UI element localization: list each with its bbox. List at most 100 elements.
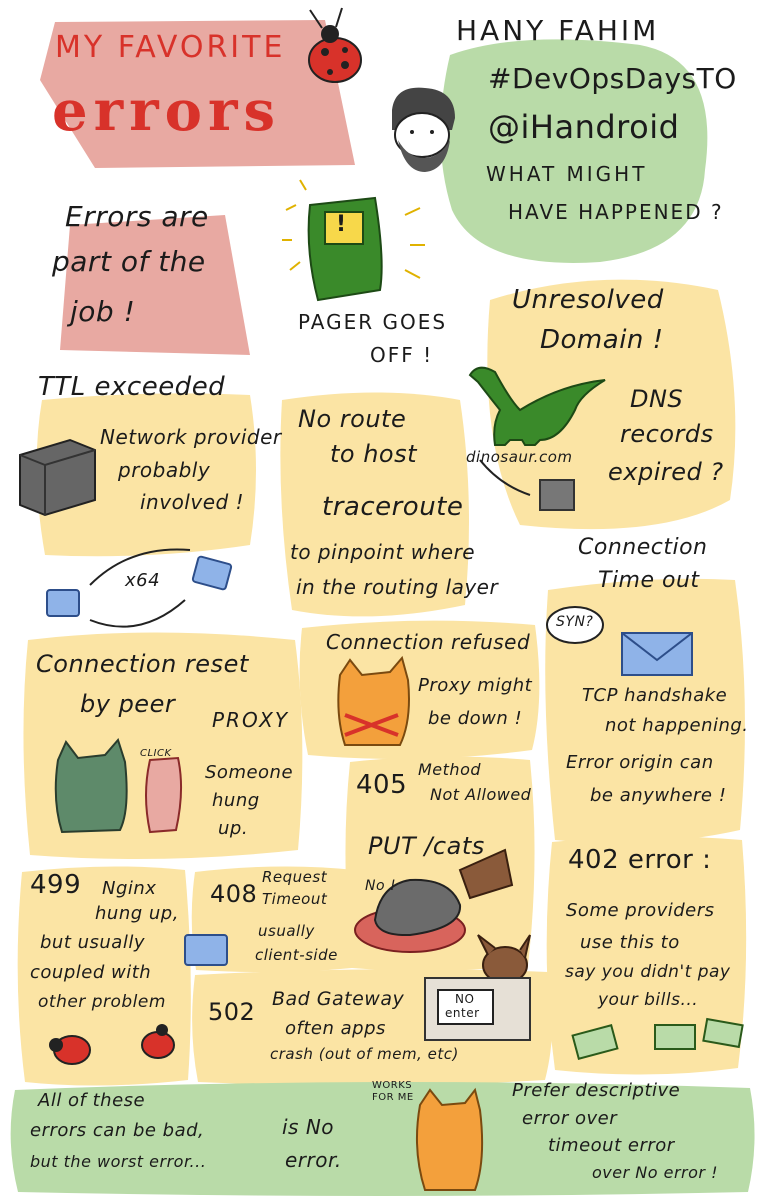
e499-desc3: but usually (40, 932, 145, 953)
ttl-line3: involved ! (140, 490, 245, 514)
e405-label2: Not Allowed (430, 785, 532, 804)
e402-desc2: use this to (580, 932, 680, 953)
e499-desc4: coupled with (30, 962, 152, 983)
speaker-handle: @iHandroid (488, 108, 680, 146)
e408-code: 408 (210, 880, 258, 908)
dinosaur-icon (468, 366, 606, 446)
timeout-title1: Connection (578, 535, 708, 560)
e405-code: 405 (356, 770, 408, 800)
footer-right1: Prefer descriptive (512, 1080, 681, 1101)
ttl-line1: Network provider (100, 425, 282, 449)
no-route-tool: traceroute (322, 492, 464, 522)
refused-desc1: Proxy might (418, 675, 533, 696)
e405-request: PUT /cats (368, 832, 485, 860)
e502-code: 502 (208, 998, 256, 1026)
pager-badge: ! (336, 212, 347, 237)
e499-desc2: hung up, (95, 903, 179, 924)
e502-desc1: often apps (285, 1018, 386, 1039)
phone-icon (145, 756, 183, 834)
bug-icon-1 (49, 1035, 91, 1065)
e402-desc1: Some providers (566, 900, 715, 921)
refused-title: Connection refused (326, 630, 531, 654)
e405-label1: Method (418, 760, 482, 779)
server-icon (19, 438, 96, 517)
ladybug-icon (308, 7, 362, 83)
ttl-hops: x64 (125, 570, 161, 591)
refused-desc2: be down ! (428, 708, 523, 729)
dns-domain: dinosaur.com (466, 448, 573, 466)
packet-icon-1 (46, 589, 80, 617)
ttl-line2: probably (118, 458, 211, 482)
footer-works: WORKS FOR ME (372, 1080, 414, 1103)
timeout-desc2: not happening. (605, 715, 749, 736)
e499-desc5: other problem (38, 992, 166, 1012)
e408-label1: Request (262, 868, 328, 886)
timeout-box-icon (184, 934, 228, 966)
footer-mid2: error. (285, 1148, 342, 1172)
no-route-desc2: in the routing layer (296, 575, 499, 599)
reset-proxy: PROXY (212, 708, 290, 732)
bug-icon-2 (141, 1024, 175, 1059)
gate-sign-2: enter (445, 1006, 480, 1020)
dns-title2: Domain ! (540, 325, 664, 355)
e402-code: 402 error : (568, 845, 712, 875)
gate-sign-1: NO (455, 992, 475, 1006)
timeout-title2: Time out (598, 568, 700, 593)
timeout-syn: SYN? (556, 614, 594, 630)
e408-label2: Timeout (262, 890, 328, 908)
footer-right2: error over (522, 1108, 618, 1129)
no-route-title2: to host (330, 440, 418, 468)
pager-line2: OFF ! (370, 343, 434, 367)
reset-title1: Connection reset (36, 650, 249, 678)
e408-desc1: usually (258, 922, 315, 940)
intro-line1: Errors are (65, 200, 209, 233)
no-route-desc1: to pinpoint where (290, 540, 476, 564)
speaker-avatar (392, 87, 455, 172)
timeout-desc4: be anywhere ! (590, 785, 727, 806)
dog-icon (477, 934, 531, 984)
e405-no: No ! (365, 878, 397, 894)
dns-desc3: expired ? (608, 458, 724, 486)
pager-icon (282, 179, 425, 302)
footer-left1: All of these (38, 1090, 146, 1111)
title-line2: errors (52, 78, 282, 144)
footer-right3: timeout error (548, 1135, 675, 1156)
speaker-question-1: WHAT MIGHT (486, 162, 648, 186)
footer-left2: errors can be bad, (30, 1120, 205, 1141)
footer-right4: over No error ! (592, 1163, 718, 1182)
envelope-icon (621, 632, 693, 676)
speaker-event: #DevOpsDaysTO (488, 62, 737, 95)
cat-orange-icon (337, 655, 410, 746)
e502-desc2: crash (out of mem, etc) (270, 1045, 459, 1063)
reset-desc1: Someone (205, 762, 294, 783)
reset-desc2: hung (212, 790, 260, 811)
e499-desc1: Nginx (102, 878, 157, 899)
e402-desc4: your bills... (598, 990, 699, 1010)
no-route-title1: No route (298, 405, 407, 433)
cat-green-icon (54, 737, 128, 834)
pager-line1: PAGER GOES (298, 310, 448, 334)
intro-line2: part of the (52, 245, 206, 278)
dns-desc1: DNS (630, 385, 684, 413)
money-icon (571, 1017, 744, 1060)
speaker-name: HANY FAHIM (456, 14, 660, 47)
reset-title2: by peer (80, 690, 176, 718)
dns-title1: Unresolved (512, 285, 664, 315)
timeout-desc1: TCP handshake (582, 685, 728, 706)
e408-desc2: client-side (255, 946, 338, 964)
e402-desc3: say you didn't pay (565, 962, 731, 982)
footer-left3: but the worst error... (30, 1152, 207, 1171)
intro-line3: job ! (70, 295, 136, 328)
cat-shrug-icon (415, 1087, 484, 1191)
e502-label: Bad Gateway (272, 988, 405, 1010)
footer-mid1: is No (282, 1115, 335, 1139)
dns-desc2: records (620, 420, 714, 448)
e499-code: 499 (30, 870, 82, 900)
packet-icon-2 (191, 555, 233, 591)
ttl-title: TTL exceeded (38, 372, 226, 402)
dead-server-icon (539, 479, 575, 511)
reset-click: CLICK (140, 748, 172, 759)
reset-desc3: up. (218, 818, 249, 839)
speaker-question-2: HAVE HAPPENED ? (508, 200, 724, 224)
timeout-desc3: Error origin can (566, 752, 714, 773)
